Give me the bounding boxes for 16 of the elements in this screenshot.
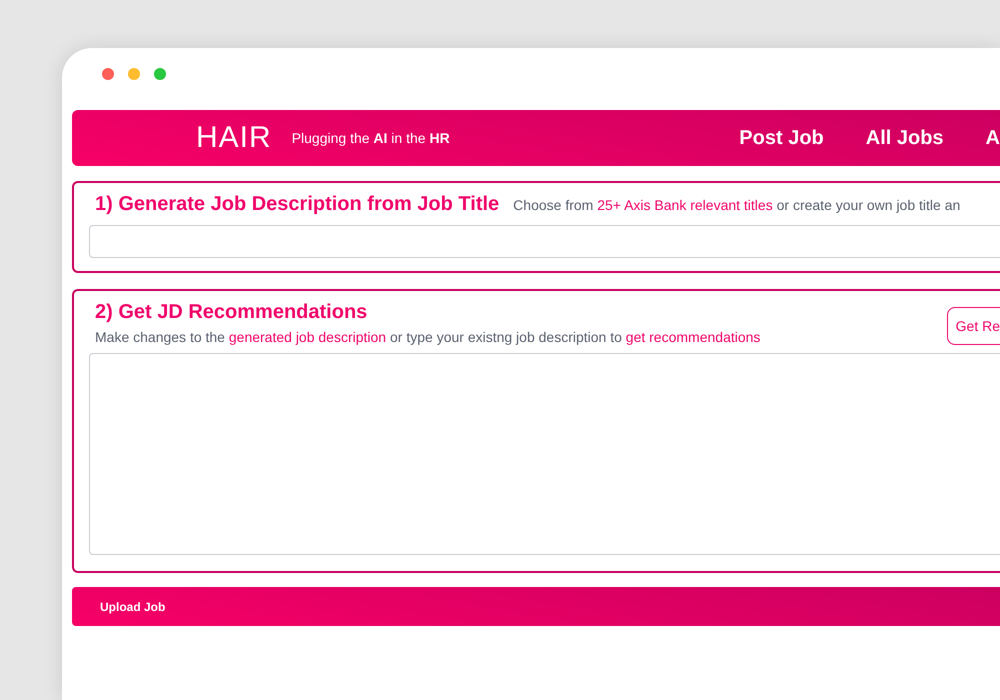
- nav-link[interactable]: All Jobs: [866, 126, 944, 150]
- section-title: 1) Generate Job Description from Job Title: [95, 193, 500, 216]
- section-title: 2) Get JD Recommendations: [95, 301, 368, 324]
- nav-link[interactable]: Post Job: [739, 126, 824, 150]
- window-control-button[interactable]: [128, 68, 140, 80]
- window-control-button[interactable]: [154, 68, 166, 80]
- window-control-button[interactable]: [102, 68, 114, 80]
- recommend-button[interactable]: Get Re: [946, 307, 1000, 345]
- job-title-field[interactable]: [89, 225, 1000, 258]
- section-hint: Choose from 25+ Axis Bank relevant titles or create your own job title an: [513, 197, 960, 213]
- nav-link[interactable]: A: [986, 126, 1000, 150]
- section-hint: Make changes to the generated job description or type your existng job description to get recommendations: [95, 329, 760, 345]
- upload-job-link[interactable]: Upload Job: [100, 600, 166, 614]
- job-description-field[interactable]: [89, 353, 1000, 555]
- logo[interactable]: HAIR: [196, 121, 272, 155]
- tagline: Plugging the AI in the HR: [292, 130, 450, 146]
